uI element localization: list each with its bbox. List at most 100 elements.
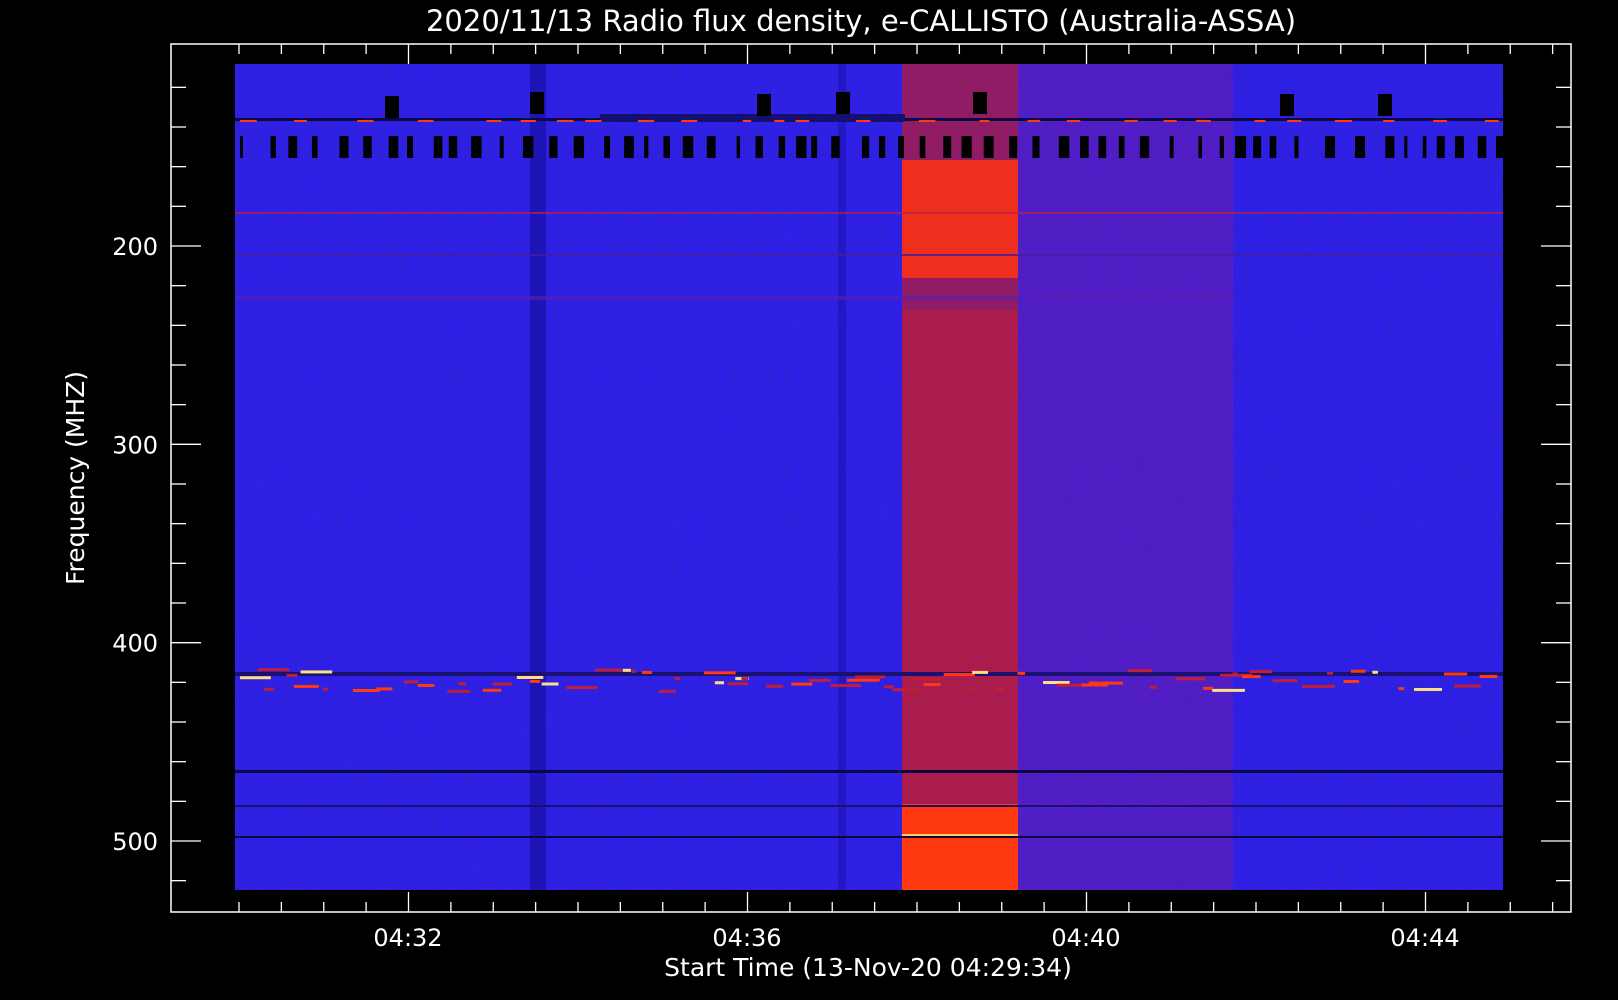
interference-line (235, 254, 1503, 256)
burst-speckle (1433, 120, 1447, 122)
dark-dash (471, 136, 482, 158)
burst-speckle (293, 120, 307, 122)
dark-column (530, 64, 546, 890)
burst-speckle (352, 688, 380, 692)
dark-dash (706, 136, 716, 158)
burst-speckle (417, 683, 435, 687)
burst-speckle (641, 670, 653, 674)
burst-speckle (774, 120, 785, 122)
dark-dash (1454, 136, 1464, 158)
dark-dash (270, 136, 276, 158)
dark-dash (1269, 136, 1277, 158)
burst-speckle (631, 669, 636, 673)
interference-line (235, 296, 1235, 300)
dark-dash (663, 136, 670, 158)
dark-dash (1354, 136, 1366, 158)
burst-speckle (240, 676, 271, 680)
burst-speckle (1301, 684, 1335, 688)
interference-line (235, 805, 1503, 807)
dark-dash (573, 136, 585, 158)
dark-block (385, 96, 399, 118)
burst-speckle (972, 670, 989, 674)
elevated-region (1018, 64, 1233, 890)
burst-speckle (1088, 681, 1100, 685)
dark-dash (831, 136, 840, 158)
burst-speckle (622, 668, 631, 672)
dark-dash (1235, 136, 1247, 158)
burst-speckle (742, 120, 752, 122)
dark-dash (311, 136, 318, 158)
burst-speckle (1100, 681, 1123, 685)
dark-dash (983, 136, 994, 158)
spectrogram-image (235, 64, 1507, 890)
burst-speckle (979, 120, 990, 122)
burst-speckle (1343, 679, 1360, 683)
dark-dash (778, 136, 786, 158)
x-tick-label: 04:32 (373, 924, 442, 952)
spectrogram-chart: 2020/11/13 Radio flux density, e-CALLIST… (61, 4, 1572, 982)
burst-speckle (943, 673, 975, 677)
burst-speckle (846, 678, 880, 682)
dark-dash (1118, 136, 1125, 158)
burst-speckle (1124, 120, 1138, 122)
dark-dash (1404, 136, 1408, 158)
dark-dash (363, 136, 372, 158)
y-tick-label: 300 (112, 431, 158, 459)
burst-speckle (520, 120, 536, 122)
burst-speckle (856, 120, 871, 122)
burst-speckle (585, 120, 602, 122)
burst-speckle (447, 689, 471, 693)
chart-title: 2020/11/13 Radio flux density, e-CALLIST… (426, 4, 1296, 38)
burst-speckle (1351, 669, 1366, 673)
dark-block (757, 94, 771, 116)
burst-speckle (1454, 684, 1481, 688)
burst-core-bottom (902, 804, 1018, 890)
burst-speckle (1043, 681, 1070, 685)
burst-speckle (482, 688, 502, 692)
dark-dash (240, 136, 244, 158)
interference-line (235, 770, 1503, 773)
burst-speckle (1254, 120, 1266, 122)
burst-speckle (830, 684, 861, 688)
dark-column (838, 64, 846, 890)
burst-speckle (658, 689, 676, 693)
x-axis-title: Start Time (13-Nov-20 04:29:34) (664, 953, 1072, 982)
dark-dash (1169, 136, 1174, 158)
burst-speckle (923, 683, 941, 687)
x-tick-label: 04:44 (1390, 924, 1459, 952)
burst-speckle (403, 680, 419, 684)
dark-dash (1032, 136, 1040, 158)
burst-speckle (703, 671, 736, 675)
dark-dash (1496, 136, 1507, 158)
dark-block (1280, 94, 1294, 116)
y-axis-title: Frequency (MHZ) (61, 371, 90, 585)
burst-speckle (1327, 671, 1334, 675)
burst-speckle (1232, 672, 1238, 676)
burst-speckle (809, 678, 831, 682)
dark-dash (861, 136, 870, 158)
dark-dash (1436, 136, 1445, 158)
dark-dash (1385, 136, 1395, 158)
dark-dash (961, 136, 972, 158)
burst-speckle (1287, 120, 1302, 122)
burst-speckle (1163, 120, 1177, 122)
burst-speckle (323, 687, 329, 691)
burst-core-mid (902, 310, 1018, 870)
dark-dash (796, 136, 807, 158)
burst-core-top (902, 160, 1018, 278)
y-tick-label: 200 (112, 233, 158, 261)
burst-speckle (1334, 120, 1353, 122)
burst-speckle (1195, 120, 1211, 122)
burst-speckle (286, 673, 298, 677)
dark-dash (878, 136, 886, 158)
burst-speckle (1249, 670, 1273, 674)
burst-speckle (458, 682, 467, 686)
dark-dash (1422, 136, 1427, 158)
dark-dash (604, 136, 611, 158)
dark-dash (1139, 136, 1150, 158)
burst-speckle (293, 684, 319, 688)
burst-speckle (516, 675, 544, 679)
dark-dash (919, 136, 926, 158)
burst-speckle (556, 120, 574, 122)
burst-speckle (1149, 685, 1157, 689)
